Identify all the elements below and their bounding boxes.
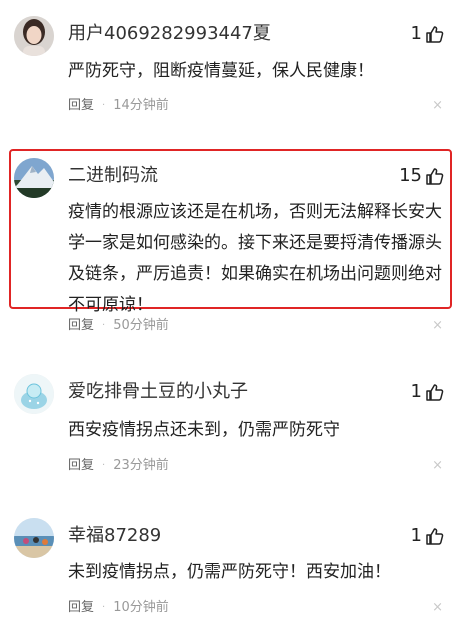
comment-item: 爱吃排骨土豆的小丸子 1 西安疫情拐点还未到，仍需严防死守 回复 · 23分钟前…	[0, 374, 471, 484]
like-count: 1	[410, 525, 422, 546]
timestamp: 50分钟前	[113, 318, 169, 333]
close-icon[interactable]: ×	[432, 457, 443, 475]
avatar-mountain-photo-icon	[14, 158, 54, 198]
username[interactable]: 用户4069282993447夏	[68, 22, 271, 46]
separator: ·	[102, 320, 106, 331]
close-icon[interactable]: ×	[432, 599, 443, 617]
timestamp: 14分钟前	[113, 98, 169, 113]
reply-button[interactable]: 回复	[68, 599, 94, 617]
reply-button[interactable]: 回复	[68, 97, 94, 115]
thumbs-up-icon	[426, 384, 444, 401]
like-button[interactable]: 1	[411, 380, 445, 404]
like-button[interactable]: 15	[399, 164, 445, 188]
like-button[interactable]: 1	[411, 524, 445, 548]
timestamp: 10分钟前	[113, 600, 169, 615]
like-count: 1	[410, 381, 422, 402]
comment-meta: 回复 · 14分钟前	[68, 97, 169, 115]
separator: ·	[102, 460, 106, 471]
separator: ·	[102, 602, 106, 613]
avatar-beach-photo-icon	[14, 518, 54, 558]
username[interactable]: 爱吃排骨土豆的小丸子	[68, 380, 248, 404]
avatar-cartoon-blue-icon	[14, 374, 54, 414]
comment-text: 西安疫情拐点还未到，仍需严防死守	[68, 420, 340, 440]
avatar[interactable]	[14, 374, 54, 414]
thumbs-up-icon	[426, 168, 444, 185]
avatar[interactable]	[14, 518, 54, 558]
timestamp: 23分钟前	[113, 458, 169, 473]
comment-meta: 回复 · 10分钟前	[68, 599, 169, 617]
comment-text: 疫情的根源应该还是在机场，否则无法解释长安大学一家是如何感染的。接下来还是要捋清…	[68, 202, 442, 315]
comment-text: 严防死守，阻断疫情蔓延，保人民健康！	[68, 61, 374, 81]
close-icon[interactable]: ×	[432, 317, 443, 335]
avatar-woman-photo-icon	[14, 16, 54, 56]
like-count: 15	[399, 165, 422, 186]
thumbs-up-icon	[426, 26, 444, 43]
comment-item: 幸福87289 1 未到疫情拐点，仍需严防死守！西安加油！ 回复 · 10分钟前…	[0, 518, 471, 628]
comment-text: 未到疫情拐点，仍需严防死守！西安加油！	[68, 562, 391, 582]
reply-button[interactable]: 回复	[68, 457, 94, 475]
reply-button[interactable]: 回复	[68, 317, 94, 335]
thumbs-up-icon	[426, 528, 444, 545]
like-button[interactable]: 1	[411, 22, 445, 46]
like-count: 1	[410, 23, 422, 44]
username[interactable]: 幸福87289	[68, 524, 161, 548]
comment-meta: 回复 · 50分钟前	[68, 317, 169, 335]
comment-item: 二进制码流 15 疫情的根源应该还是在机场，否则无法解释长安大学一家是如何感染的…	[0, 158, 471, 338]
comment-item: 用户4069282993447夏 1 严防死守，阻断疫情蔓延，保人民健康！ 回复…	[0, 16, 471, 126]
avatar[interactable]	[14, 16, 54, 56]
avatar[interactable]	[14, 158, 54, 198]
username[interactable]: 二进制码流	[68, 164, 158, 188]
comment-meta: 回复 · 23分钟前	[68, 457, 169, 475]
close-icon[interactable]: ×	[432, 97, 443, 115]
separator: ·	[102, 100, 106, 111]
